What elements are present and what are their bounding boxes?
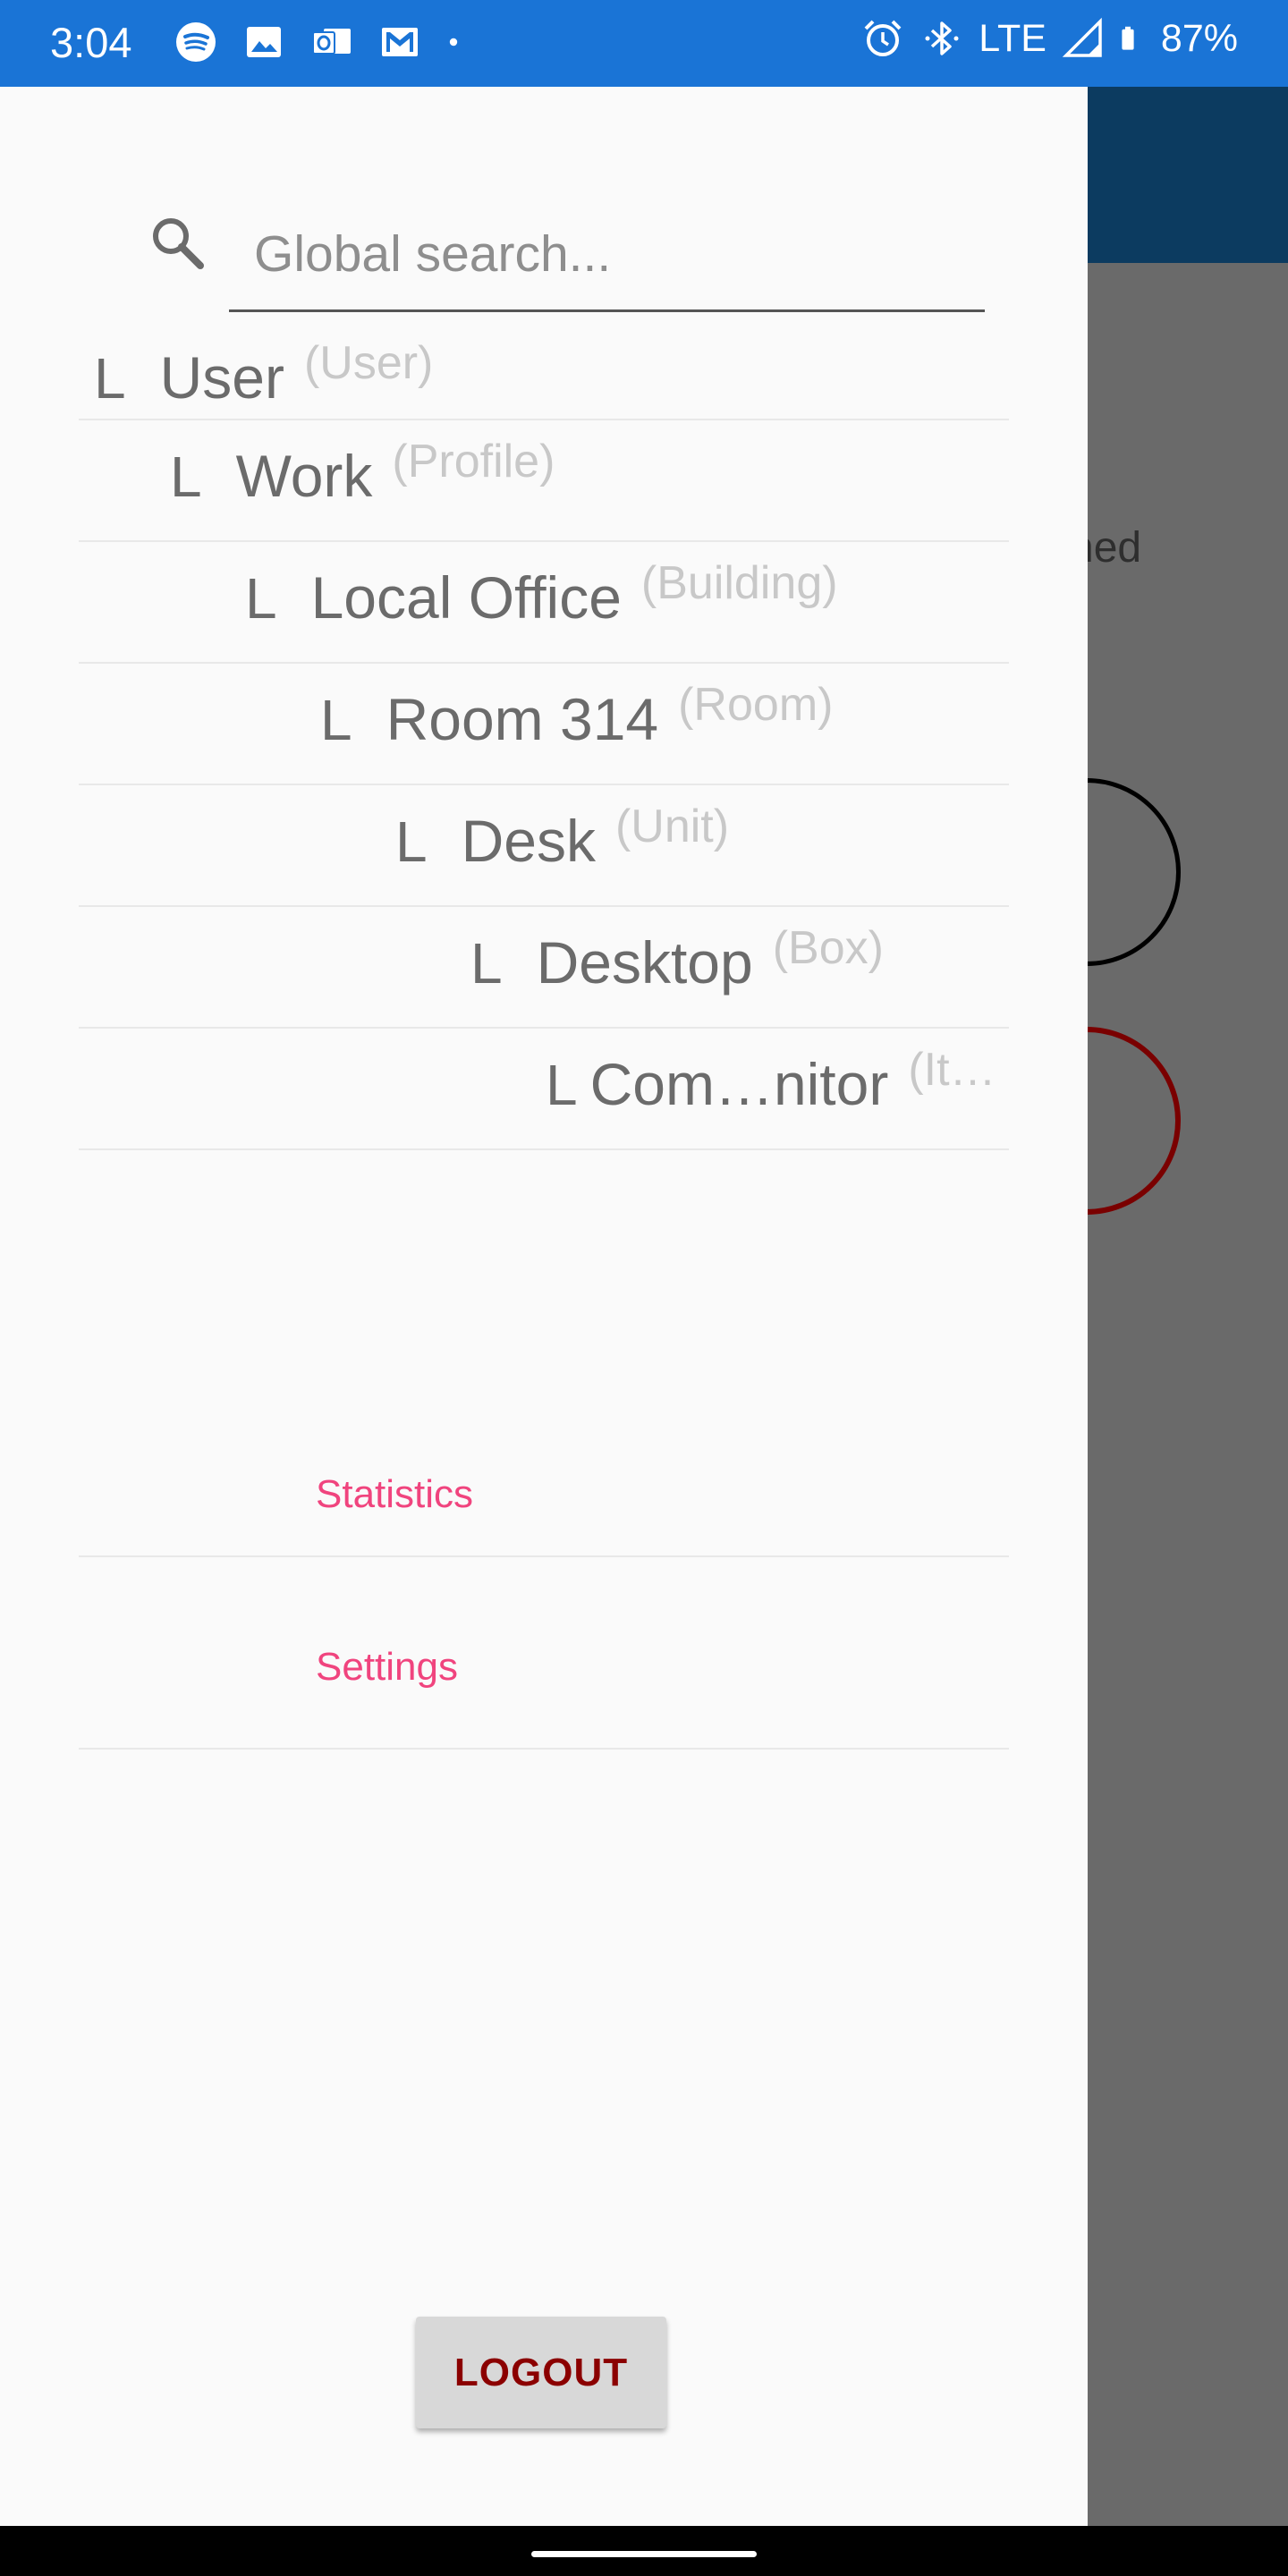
tree-item[interactable]: L User (User) bbox=[79, 326, 1009, 420]
photos-icon bbox=[247, 27, 281, 57]
global-search-input[interactable] bbox=[229, 199, 985, 312]
tree-item-type: (User) bbox=[303, 337, 434, 389]
tree-item-type: (Box) bbox=[772, 922, 884, 974]
tree-marker: L bbox=[245, 566, 277, 631]
system-icons: LTE 87% bbox=[860, 16, 1238, 61]
tree-item-type: (Profile) bbox=[392, 436, 555, 487]
search-icon bbox=[153, 218, 204, 269]
home-gesture-handle[interactable] bbox=[531, 2551, 757, 2557]
tree-item[interactable]: L Room 314 (Room) bbox=[79, 664, 1009, 785]
tree-marker: L bbox=[470, 931, 503, 996]
navigation-bar bbox=[0, 2526, 1288, 2576]
tree-item-type: (Unit) bbox=[614, 801, 730, 852]
tree-item-name: Desk bbox=[461, 808, 596, 874]
navigation-drawer: L User (User) L Work (Profile) L Local O… bbox=[0, 87, 1088, 2526]
menu-item-settings[interactable]: Settings bbox=[79, 1557, 1009, 1750]
tree-item-name: User bbox=[159, 344, 284, 411]
outlook-icon bbox=[312, 29, 351, 55]
alarm-icon bbox=[864, 20, 902, 56]
signal-icon bbox=[1062, 17, 1102, 57]
dot-icon bbox=[449, 38, 458, 47]
tree-marker: L bbox=[546, 1053, 578, 1117]
tree-marker: L bbox=[395, 809, 428, 874]
tree-marker: L bbox=[320, 688, 352, 752]
settings-label: Settings bbox=[316, 1645, 458, 1689]
bluetooth-icon bbox=[925, 21, 959, 55]
network-type: LTE bbox=[979, 16, 1046, 60]
battery-percent: 87% bbox=[1160, 16, 1238, 60]
tree-item[interactable]: L Local Office (Building) bbox=[79, 542, 1009, 664]
tree-item-type: (Room) bbox=[678, 679, 834, 731]
logout-button[interactable]: LOGOUT bbox=[416, 2317, 666, 2428]
tree-item[interactable]: L Desktop (Box) bbox=[79, 907, 1009, 1029]
drawer-menu: Statistics Settings bbox=[79, 1365, 1009, 1750]
tree-item[interactable]: L Com…nitor (It… bbox=[79, 1029, 1009, 1150]
tree-item-name: Desktop bbox=[536, 929, 753, 996]
background-toolbar bbox=[1088, 87, 1288, 263]
status-time: 3:04 bbox=[50, 19, 132, 66]
notification-icons bbox=[174, 20, 472, 64]
tree-item-type: (Building) bbox=[640, 557, 838, 609]
gmail-icon bbox=[382, 28, 418, 56]
tree-item-name: Local Office bbox=[310, 564, 622, 631]
battery-icon bbox=[1122, 26, 1134, 50]
tree-marker: L bbox=[94, 346, 126, 411]
tree-item-name: Room 314 bbox=[386, 686, 659, 752]
tree-item[interactable]: L Work (Profile) bbox=[79, 420, 1009, 542]
status-bar: 3:04 LTE 87% bbox=[0, 0, 1288, 87]
statistics-label: Statistics bbox=[316, 1472, 474, 1516]
tree-item-type: (It… bbox=[908, 1044, 996, 1096]
tree-item-name: Work bbox=[235, 443, 373, 509]
tree-item[interactable]: L Desk (Unit) bbox=[79, 785, 1009, 907]
hierarchy-tree: L User (User) L Work (Profile) L Local O… bbox=[79, 326, 1009, 1150]
tree-marker: L bbox=[170, 445, 202, 509]
spotify-icon bbox=[176, 22, 216, 62]
menu-item-statistics[interactable]: Statistics bbox=[79, 1365, 1009, 1557]
tree-item-name: Com…nitor bbox=[589, 1051, 889, 1117]
